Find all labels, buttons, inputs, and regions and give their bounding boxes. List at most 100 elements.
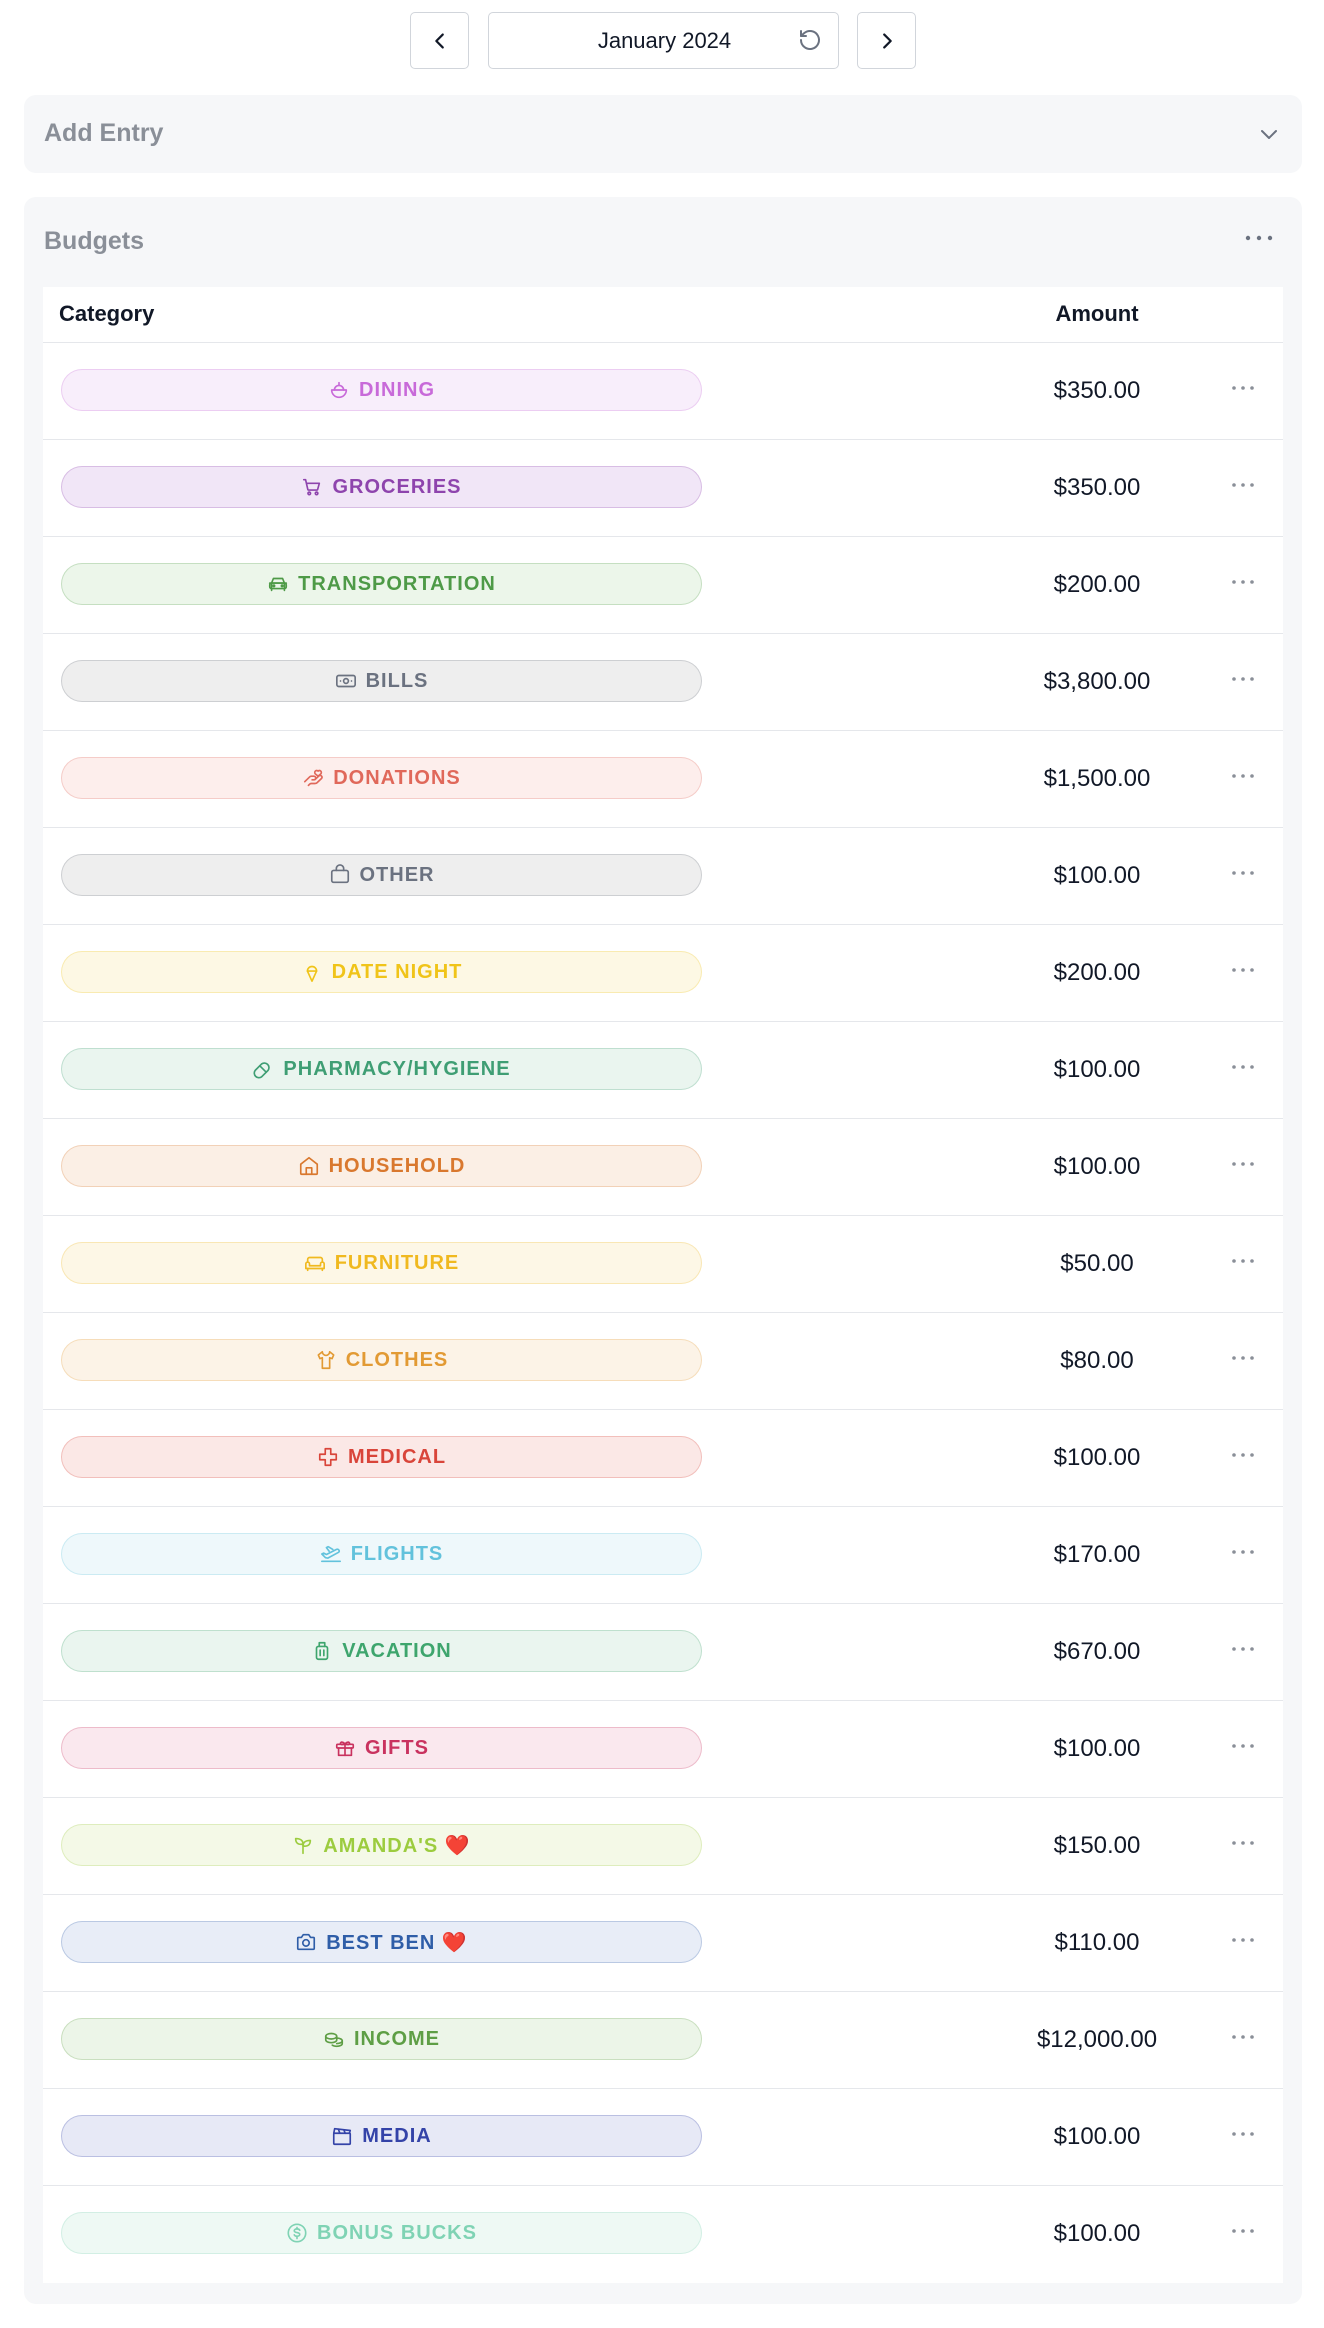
category-badge[interactable]: VACATION: [61, 1630, 702, 1672]
row-menu-button[interactable]: [1223, 858, 1263, 888]
category-badge[interactable]: GIFTS: [61, 1727, 702, 1769]
budgets-menu-button[interactable]: [1242, 223, 1276, 253]
reset-month-button[interactable]: [796, 26, 824, 54]
house-icon: [299, 1156, 318, 1176]
row-menu-button[interactable]: [1223, 1731, 1263, 1761]
row-menu-button[interactable]: [1223, 1828, 1263, 1858]
category-badge[interactable]: OTHER: [61, 854, 702, 896]
more-horizontal-icon: [1232, 677, 1254, 681]
budget-amount: $12,000.00: [1036, 2026, 1158, 2053]
category-icon: [301, 476, 323, 498]
row-menu-button[interactable]: [1223, 1925, 1263, 1955]
table-row: GROCERIES $350.00: [43, 440, 1283, 537]
category-label: INCOME: [354, 2027, 440, 2050]
table-row: BILLS $3,800.00: [43, 634, 1283, 731]
table-row: DONATIONS $1,500.00: [43, 731, 1283, 828]
category-badge[interactable]: BEST BEN ❤️: [61, 1921, 702, 1963]
category-badge[interactable]: PHARMACY/HYGIENE: [61, 1048, 702, 1090]
dollar-circle-icon: [287, 2223, 307, 2243]
row-menu-button[interactable]: [1223, 1537, 1263, 1567]
category-badge[interactable]: CLOTHES: [61, 1339, 702, 1381]
coins-icon: [324, 2032, 344, 2048]
month-selector[interactable]: January 2024: [488, 12, 839, 69]
more-horizontal-icon: [1232, 386, 1254, 390]
row-menu-button[interactable]: [1223, 2216, 1263, 2246]
row-menu-button[interactable]: [1223, 1440, 1263, 1470]
month-navigation: January 2024: [0, 12, 1324, 69]
row-menu-button[interactable]: [1223, 761, 1263, 791]
category-icon: [298, 1155, 320, 1177]
budget-amount: $670.00: [1053, 1638, 1141, 1665]
add-entry-panel[interactable]: Add Entry: [24, 95, 1302, 173]
table-row: DINING $350.00: [43, 343, 1283, 440]
row-menu-button[interactable]: [1223, 470, 1263, 500]
more-horizontal-icon: [1232, 1162, 1254, 1166]
category-badge[interactable]: BILLS: [61, 660, 702, 702]
hand-heart-icon: [304, 769, 324, 787]
category-label: FURNITURE: [334, 1251, 460, 1274]
row-menu-button[interactable]: [1223, 567, 1263, 597]
category-column-header: Category: [59, 301, 155, 326]
previous-month-button[interactable]: [410, 12, 469, 69]
category-icon: [335, 670, 357, 692]
cart-icon: [303, 478, 321, 496]
row-menu-button[interactable]: [1223, 664, 1263, 694]
category-badge[interactable]: BONUS BUCKS: [61, 2212, 702, 2254]
row-menu-button[interactable]: [1223, 1343, 1263, 1373]
category-label: VACATION: [342, 1639, 452, 1662]
category-label: CLOTHES: [345, 1348, 449, 1371]
medical-cross-icon: [318, 1447, 338, 1467]
category-icon: [302, 767, 324, 789]
category-badge[interactable]: TRANSPORTATION: [61, 563, 702, 605]
category-badge[interactable]: DINING: [61, 369, 702, 411]
gift-icon: [335, 1741, 355, 1757]
category-icon: [267, 573, 289, 595]
expand-add-entry-button[interactable]: [1254, 119, 1284, 149]
more-horizontal-icon: [1232, 1356, 1254, 1360]
more-horizontal-icon: [1232, 1065, 1254, 1069]
row-menu-button[interactable]: [1223, 2022, 1263, 2052]
category-label: AMANDA'S ❤️: [323, 1834, 471, 1857]
row-menu-button[interactable]: [1223, 373, 1263, 403]
rotate-ccw-icon: [800, 30, 820, 50]
category-badge[interactable]: AMANDA'S ❤️: [61, 1824, 702, 1866]
row-menu-button[interactable]: [1223, 1052, 1263, 1082]
category-badge[interactable]: DATE NIGHT: [61, 951, 702, 993]
table-row: FURNITURE $50.00: [43, 1216, 1283, 1313]
category-label: MEDIA: [362, 2124, 432, 2147]
camera-icon: [297, 1933, 316, 1951]
row-menu-button[interactable]: [1223, 2119, 1263, 2149]
sofa-icon: [304, 1256, 325, 1272]
category-badge[interactable]: GROCERIES: [61, 466, 702, 508]
row-menu-button[interactable]: [1223, 1149, 1263, 1179]
more-horizontal-icon: [1232, 774, 1254, 778]
table-row: BEST BEN ❤️ $110.00: [43, 1895, 1283, 1992]
table-row: DATE NIGHT $200.00: [43, 925, 1283, 1022]
category-label: GROCERIES: [332, 475, 462, 498]
shopping-bag-icon: [330, 864, 349, 884]
category-badge[interactable]: FURNITURE: [61, 1242, 702, 1284]
category-badge[interactable]: FLIGHTS: [61, 1533, 702, 1575]
more-horizontal-icon: [1232, 1647, 1254, 1651]
category-icon: [334, 1737, 356, 1759]
row-menu-button[interactable]: [1223, 1634, 1263, 1664]
category-badge[interactable]: INCOME: [61, 2018, 702, 2060]
category-badge[interactable]: MEDICAL: [61, 1436, 702, 1478]
category-badge[interactable]: MEDIA: [61, 2115, 702, 2157]
budget-amount: $200.00: [1053, 571, 1141, 598]
shirt-icon: [317, 1350, 335, 1370]
category-icon: [323, 2028, 345, 2050]
row-menu-button[interactable]: [1223, 1246, 1263, 1276]
chevron-right-icon: [882, 32, 892, 49]
more-horizontal-icon: [1232, 871, 1254, 875]
amount-column-header: Amount: [1055, 301, 1139, 326]
budget-amount: $350.00: [1053, 474, 1141, 501]
category-icon: [331, 2125, 353, 2147]
row-menu-button[interactable]: [1223, 955, 1263, 985]
table-row: BONUS BUCKS $100.00: [43, 2186, 1283, 2283]
next-month-button[interactable]: [857, 12, 916, 69]
budget-amount: $50.00: [1060, 1250, 1134, 1277]
category-badge[interactable]: HOUSEHOLD: [61, 1145, 702, 1187]
category-badge[interactable]: DONATIONS: [61, 757, 702, 799]
category-icon: [317, 1446, 339, 1468]
